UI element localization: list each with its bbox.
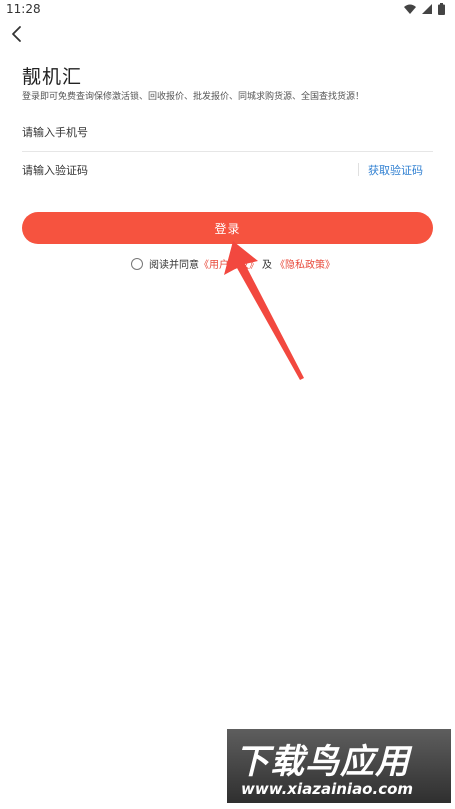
phone-input[interactable] <box>22 122 322 142</box>
login-subtitle: 登录即可免费查询保修激活锁、回收报价、批发报价、同城求购货源、全国查找货源！ <box>22 92 365 102</box>
wifi-icon <box>404 4 416 14</box>
watermark-url: www.xiazainiao.com <box>241 780 414 798</box>
status-bar: 11:28 <box>0 0 455 20</box>
status-time: 11:28 <box>6 2 41 16</box>
user-agreement-link[interactable]: 《用户协议》 <box>199 256 259 271</box>
watermark-banner: 下载鸟应用 www.xiazainiao.com <box>227 729 451 803</box>
code-field-divider <box>358 163 359 176</box>
agreement-joiner: 及 <box>262 260 272 271</box>
back-chevron-left-icon[interactable] <box>8 24 28 44</box>
phone-field <box>22 113 433 152</box>
watermark-title: 下载鸟应用 <box>235 742 410 782</box>
agreement-radio[interactable] <box>131 257 143 270</box>
login-button[interactable]: 登录 <box>22 212 433 244</box>
agreement-prefix: 阅读并同意 <box>149 260 199 271</box>
code-field: 获取验证码 <box>22 151 433 189</box>
status-icons <box>404 3 445 15</box>
agreement-row: 阅读并同意 《用户协议》 及 《隐私政策》 <box>131 256 335 271</box>
get-code-button[interactable]: 获取验证码 <box>368 162 423 178</box>
app-title: 靓机汇 <box>22 66 83 88</box>
signal-icon <box>422 4 432 14</box>
battery-icon <box>438 3 445 15</box>
privacy-policy-link[interactable]: 《隐私政策》 <box>275 256 335 271</box>
code-input[interactable] <box>22 160 322 180</box>
